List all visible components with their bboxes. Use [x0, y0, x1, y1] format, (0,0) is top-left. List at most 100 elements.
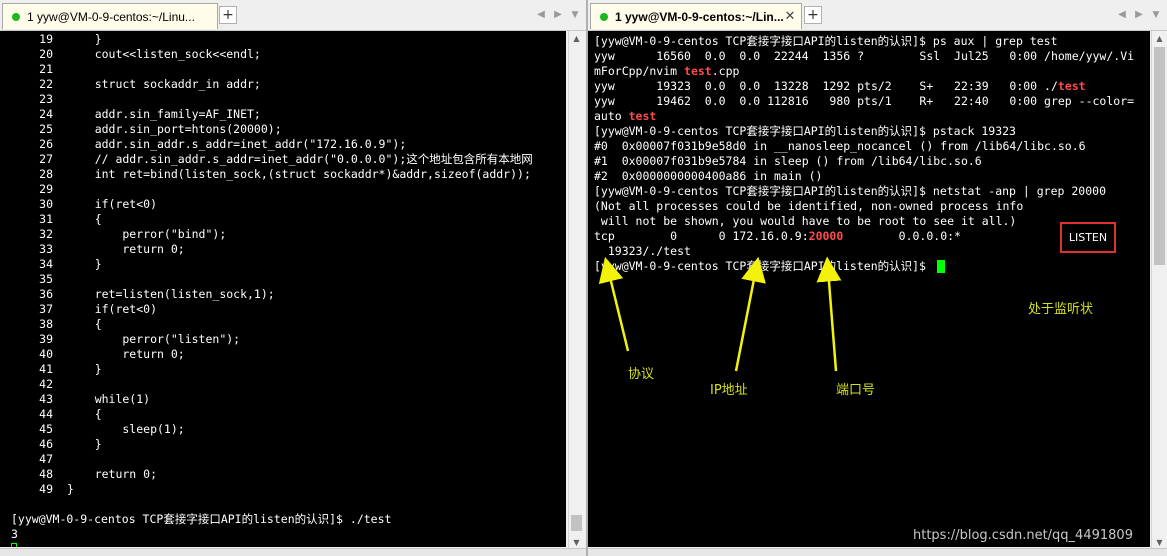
code-line: 24 addr.sin_family=AF_INET; [0, 107, 566, 122]
code-text: } [67, 437, 102, 451]
line-number: 46 [39, 437, 53, 451]
terminal-text: [yyw@VM-0-9-centos TCP套接字接口API的listen的认识… [594, 124, 1016, 138]
code-line: 46 } [0, 437, 566, 452]
line-number: 19 [39, 32, 53, 46]
terminal-text: yyw 16560 0.0 0.0 22244 1356 ? Ssl Jul25… [594, 49, 1135, 63]
terminal-text: 19323/./test [594, 244, 691, 258]
connected-status-icon [12, 13, 20, 21]
port-arrow [816, 256, 842, 372]
code-line: 42 [0, 377, 566, 392]
tab-list-menu-icon[interactable]: ▼ [1149, 8, 1163, 22]
code-text: } [67, 362, 102, 376]
terminal-text: #2 0x0000000000400a86 in main () [594, 169, 823, 183]
code-text: { [67, 407, 102, 421]
line-number: 21 [39, 62, 53, 76]
code-line: 25 addr.sin_port=htons(20000); [0, 122, 566, 137]
left-session-tab[interactable]: 1 yyw@VM-0-9-centos:~/Linu... [2, 3, 218, 29]
close-tab-icon[interactable]: ✕ [783, 10, 797, 24]
left-terminal-output[interactable]: 19 } 20 cout<<listen_sock<<endl; 21 22 stru… [0, 31, 566, 547]
code-text: struct sockaddr_in addr; [67, 77, 261, 91]
right-tab-label: 1 yyw@VM-0-9-centos:~/Lin... [615, 10, 784, 24]
scrollbar-thumb[interactable] [571, 515, 582, 531]
line-number: 43 [39, 392, 53, 406]
line-number: 47 [39, 452, 53, 466]
terminal-text: will not be shown, you would have to be … [594, 214, 1017, 228]
terminal-cursor-line [0, 527, 42, 547]
right-terminal-output[interactable]: [yyw@VM-0-9-centos TCP套接字接口API的listen的认识… [588, 31, 1150, 547]
tab-list-menu-icon[interactable]: ▼ [568, 8, 582, 22]
code-line: 21 [0, 62, 566, 77]
code-text: } [67, 482, 74, 496]
code-line: 44 { [0, 407, 566, 422]
listen-state-highlight: LISTEN [1060, 222, 1116, 253]
highlighted-match: test [684, 64, 712, 78]
tab-scroll-left-icon[interactable]: ◀ [534, 8, 548, 22]
code-line: 28 int ret=bind(listen_sock,(struct sock… [0, 167, 566, 182]
terminal-cursor [936, 260, 945, 273]
protocol-arrow [598, 256, 630, 352]
code-line: 49} [0, 482, 566, 497]
terminal-text: yyw 19323 0.0 0.0 13228 1292 pts/2 S+ 22… [594, 79, 1058, 93]
line-number: 48 [39, 467, 53, 481]
highlighted-match: test [1057, 79, 1086, 93]
code-line: 22 struct sockaddr_in addr; [0, 77, 566, 92]
scroll-up-icon[interactable]: ▲ [569, 32, 584, 46]
listen-state-label: LISTEN [1068, 231, 1108, 244]
code-line: 43 while(1) [0, 392, 566, 407]
code-text: perror("bind"); [67, 227, 227, 241]
code-line: 34 } [0, 257, 566, 272]
right-terminal-pane: 1 yyw@VM-0-9-centos:~/Lin... ✕ + ◀ ▶ ▼ [… [588, 0, 1167, 556]
code-line: 37 if(ret<0) [0, 302, 566, 317]
line-number: 49 [39, 482, 53, 496]
line-number: 37 [39, 302, 53, 316]
code-line: 33 return 0; [0, 242, 566, 257]
highlighted-match: 20000 [808, 229, 844, 243]
line-number: 30 [39, 197, 53, 211]
tab-scroll-right-icon[interactable]: ▶ [551, 8, 565, 22]
line-number: 20 [39, 47, 53, 61]
code-text: int ret=bind(listen_sock,(struct sockadd… [67, 167, 531, 181]
line-number: 42 [39, 377, 53, 391]
left-tab-bar: 1 yyw@VM-0-9-centos:~/Linu... + ◀ ▶ ▼ [0, 0, 586, 31]
scrollbar-thumb[interactable] [1154, 47, 1165, 265]
left-terminal-pane: 1 yyw@VM-0-9-centos:~/Linu... + ◀ ▶ ▼ 19… [0, 0, 586, 556]
terminal-text: mForCpp/nvim [594, 64, 685, 78]
left-tab-label: 1 yyw@VM-0-9-centos:~/Linu... [27, 10, 195, 24]
code-text: addr.sin_port=htons(20000); [67, 122, 282, 136]
line-number: 22 [39, 77, 53, 91]
terminal-text: .cpp [711, 64, 740, 78]
code-text: // addr.sin_addr.s_addr=inet_addr("0.0.0… [67, 152, 533, 166]
new-tab-button[interactable]: + [219, 6, 237, 24]
line-number: 33 [39, 242, 53, 256]
code-text: return 0; [67, 242, 185, 256]
tab-scroll-left-icon[interactable]: ◀ [1115, 8, 1129, 22]
code-line: 36 ret=listen(listen_sock,1); [0, 287, 566, 302]
code-text: addr.sin_family=AF_INET; [67, 107, 261, 121]
terminal-text: #0 0x00007f031b9e58d0 in __nanosleep_noc… [594, 139, 1086, 153]
line-number: 40 [39, 347, 53, 361]
code-line: 39 perror("listen"); [0, 332, 566, 347]
code-line: 38 { [0, 317, 566, 332]
left-scrollbar[interactable]: ▲ ▼ [568, 31, 584, 551]
line-number: 39 [39, 332, 53, 346]
tab-scroll-right-icon[interactable]: ▶ [1132, 8, 1146, 22]
scroll-up-icon[interactable]: ▲ [1152, 32, 1167, 46]
code-line: 35 [0, 272, 566, 287]
line-number: 26 [39, 137, 53, 151]
line-number: 27 [39, 152, 53, 166]
code-line: 20 cout<<listen_sock<<endl; [0, 47, 566, 62]
terminal-text: [yyw@VM-0-9-centos TCP套接字接口API的listen的认识… [594, 34, 1058, 48]
line-number: 35 [39, 272, 53, 286]
code-text: { [67, 317, 102, 331]
line-number: 45 [39, 422, 53, 436]
ip-address-annotation: IP地址 [710, 383, 748, 398]
terminal-cursor [11, 543, 17, 547]
code-line: 26 addr.sin_addr.s_addr=inet_addr("172.1… [0, 137, 566, 152]
code-text: cout<<listen_sock<<endl; [67, 47, 261, 61]
right-scrollbar[interactable]: ▲ ▼ [1151, 31, 1167, 551]
terminal-text: auto [594, 109, 629, 123]
right-session-tab[interactable]: 1 yyw@VM-0-9-centos:~/Lin... ✕ [590, 3, 802, 29]
code-line: 41 } [0, 362, 566, 377]
code-line: 27 // addr.sin_addr.s_addr=inet_addr("0.… [0, 152, 566, 167]
new-tab-button[interactable]: + [804, 6, 822, 24]
